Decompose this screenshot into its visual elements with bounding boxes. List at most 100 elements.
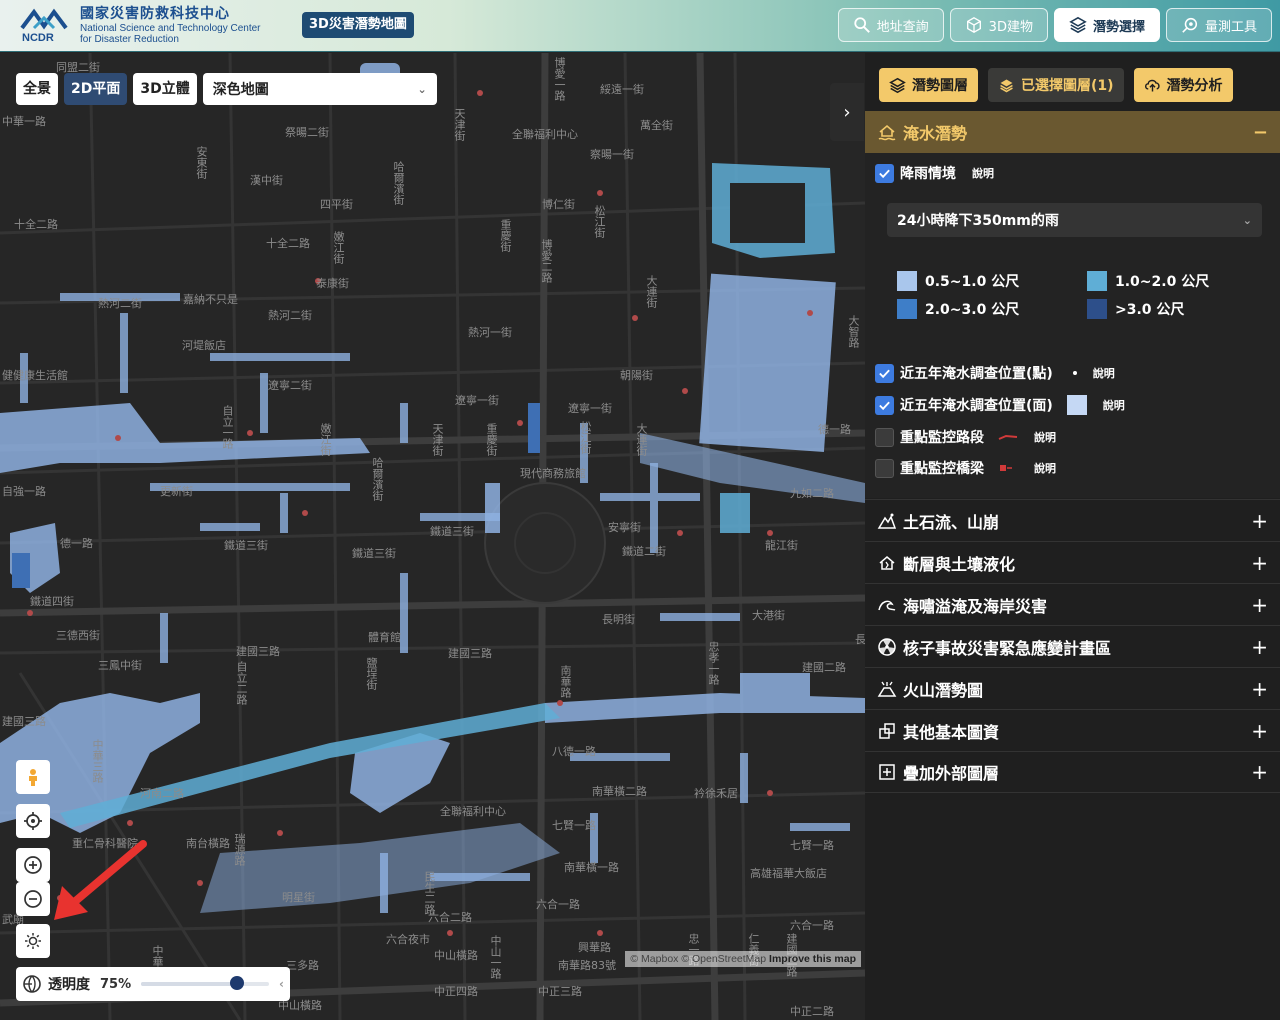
map-label: 明星街 bbox=[282, 891, 315, 904]
flood-section-header[interactable]: 淹水潛勢 − bbox=[865, 111, 1280, 153]
section-volcano[interactable]: 火山潛勢圖 + bbox=[865, 667, 1280, 709]
monitored-roads-explain-link[interactable]: 說明 bbox=[1034, 429, 1056, 445]
map-label: 三德西街 bbox=[56, 629, 100, 642]
section-nuclear[interactable]: 核子事故災害緊急應變計畫區 + bbox=[865, 625, 1280, 667]
zoom-out-button[interactable] bbox=[16, 882, 50, 916]
map-label: 南華橫一路 bbox=[564, 861, 619, 874]
monitored-bridges-explain-link[interactable]: 說明 bbox=[1034, 460, 1056, 476]
improve-map-link[interactable]: Improve this map bbox=[769, 953, 856, 965]
expand-plus-icon[interactable]: + bbox=[1251, 593, 1268, 617]
map-label: 大連街 bbox=[645, 275, 658, 308]
monitored-bridges-label: 重點監控橋梁 bbox=[900, 461, 984, 477]
survey-areas-row[interactable]: 近五年淹水調查位置(面) 說明 bbox=[875, 393, 1125, 417]
view-3d-button[interactable]: 3D立體 bbox=[133, 73, 197, 105]
map-label: 安寧街 bbox=[608, 521, 641, 534]
section-fault[interactable]: 斷層與土壤液化 + bbox=[865, 541, 1280, 583]
ncdr-logo[interactable]: NCDR bbox=[20, 6, 78, 44]
map-label: 嫩江街 bbox=[332, 231, 345, 264]
add-layer-icon bbox=[879, 764, 895, 780]
map-label: 七賢一路 bbox=[790, 839, 834, 852]
map-label: 鐵道三街 bbox=[224, 539, 268, 552]
chevron-down-icon: ⌄ bbox=[1242, 213, 1252, 227]
map-label: 熱河一街 bbox=[468, 326, 512, 339]
expand-plus-icon[interactable]: + bbox=[1251, 551, 1268, 575]
bridge-icon bbox=[1000, 465, 1012, 471]
fault-icon bbox=[879, 555, 895, 570]
map-label: 河堤飯店 bbox=[182, 339, 226, 352]
tab-hazard-layers[interactable]: 潛勢圖層 bbox=[879, 68, 978, 102]
top-header: NCDR 國家災害防救科技中心 National Science and Tec… bbox=[0, 0, 1280, 52]
brightness-button[interactable] bbox=[16, 924, 50, 958]
attribution-text[interactable]: © Mapbox © OpenStreetMap bbox=[630, 953, 766, 965]
map-canvas[interactable]: 同盟二街 博愛一路 綏遠一街 天津街 全聯福利中心 萬全街 祭暘二街 察暘一街 … bbox=[0, 53, 865, 1020]
section-landslide[interactable]: 土石流、山崩 + bbox=[865, 499, 1280, 541]
legend-label: 1.0~2.0 公尺 bbox=[1115, 274, 1210, 290]
survey-areas-checkbox[interactable] bbox=[875, 395, 894, 415]
survey-points-checkbox[interactable] bbox=[875, 363, 894, 383]
opacity-slider-thumb[interactable] bbox=[230, 976, 245, 990]
survey-points-explain-link[interactable]: 說明 bbox=[1093, 365, 1115, 381]
expand-plus-icon[interactable]: + bbox=[1251, 760, 1268, 784]
map-label: 哈爾濱街 bbox=[392, 161, 405, 205]
panel-tabs: 潛勢圖層 已選擇圖層(1) 潛勢分析 bbox=[879, 68, 1233, 102]
panel-collapse-button[interactable]: › bbox=[830, 83, 864, 141]
address-search-button[interactable]: 地址查詢 bbox=[837, 8, 944, 42]
map-label: 天津街 bbox=[453, 108, 466, 141]
locate-button[interactable] bbox=[16, 804, 50, 838]
monitored-roads-checkbox[interactable] bbox=[875, 427, 894, 447]
rain-scenario-value: 24小時降下350mm的雨 bbox=[897, 213, 1059, 229]
section-external-layers[interactable]: 疊加外部圖層 + bbox=[865, 751, 1280, 793]
expand-plus-icon[interactable]: + bbox=[1251, 509, 1268, 533]
opacity-slider[interactable] bbox=[141, 976, 270, 990]
map-label: 博仁街 bbox=[542, 198, 575, 211]
expand-plus-icon[interactable]: + bbox=[1251, 677, 1268, 701]
map-label: 自立一路 bbox=[221, 405, 234, 449]
legend-label: 0.5~1.0 公尺 bbox=[925, 274, 1020, 290]
view-2d-button[interactable]: 2D平面 bbox=[64, 73, 128, 105]
chevron-left-icon[interactable]: ‹ bbox=[279, 977, 284, 991]
rain-scenario-checkbox[interactable] bbox=[875, 163, 894, 183]
basemap-select[interactable]: 深色地圖 ⌄ bbox=[202, 73, 437, 105]
legend-swatch bbox=[1087, 299, 1107, 319]
map-label: 長明街 bbox=[602, 613, 635, 626]
road-line-icon bbox=[998, 434, 1018, 440]
map-label: 德一路 bbox=[818, 423, 851, 436]
map-label: 建國二路 bbox=[802, 661, 846, 674]
view-overview-button[interactable]: 全景 bbox=[16, 73, 58, 105]
section-fault-label: 斷層與土壤液化 bbox=[903, 554, 1016, 574]
map-label: 博愛一路 bbox=[553, 57, 566, 101]
monitored-bridges-checkbox[interactable] bbox=[875, 458, 894, 478]
map-label: 南華路83號 bbox=[558, 959, 616, 972]
rain-scenario-row[interactable]: 降雨情境 說明 bbox=[875, 161, 994, 185]
map-label: 八德一路 bbox=[552, 745, 596, 758]
survey-areas-explain-link[interactable]: 說明 bbox=[1103, 397, 1125, 413]
legend-item: >3.0 公尺 bbox=[1087, 299, 1267, 319]
hazard-select-button[interactable]: 潛勢選擇 bbox=[1053, 8, 1160, 42]
3d-buildings-button[interactable]: 3D建物 bbox=[949, 8, 1048, 42]
monitored-roads-row[interactable]: 重點監控路段 說明 bbox=[875, 425, 1056, 449]
map-label: 三鳳中街 bbox=[98, 659, 142, 672]
section-basemap[interactable]: 其他基本圖資 + bbox=[865, 709, 1280, 751]
map-label: 忠孝一路 bbox=[707, 641, 720, 685]
expand-plus-icon[interactable]: + bbox=[1251, 635, 1268, 659]
map-label: 衿徐禾居 bbox=[694, 787, 738, 800]
collapse-minus-icon[interactable]: − bbox=[1253, 122, 1268, 143]
map-label: 體育館 bbox=[368, 631, 401, 644]
rain-scenario-select[interactable]: 24小時降下350mm的雨 ⌄ bbox=[887, 203, 1262, 237]
section-tsunami[interactable]: 海嘯溢淹及海岸災害 + bbox=[865, 583, 1280, 625]
monitored-bridges-row[interactable]: 重點監控橋梁 說明 bbox=[875, 456, 1056, 480]
rain-scenario-explain-link[interactable]: 說明 bbox=[972, 165, 994, 181]
nuclear-icon bbox=[878, 637, 896, 656]
street-view-button[interactable] bbox=[16, 760, 50, 794]
map-attribution: © Mapbox © OpenStreetMap Improve this ma… bbox=[625, 951, 861, 967]
expand-plus-icon[interactable]: + bbox=[1251, 719, 1268, 743]
red-arrow-annotation bbox=[54, 840, 147, 920]
survey-points-row[interactable]: 近五年淹水調查位置(點) 說明 bbox=[875, 361, 1115, 385]
tab-hazard-analysis[interactable]: 潛勢分析 bbox=[1133, 68, 1233, 102]
analysis-icon bbox=[1144, 79, 1160, 91]
site-title[interactable]: 3D災害潛勢地圖 bbox=[302, 12, 414, 38]
zoom-in-button[interactable] bbox=[16, 848, 50, 882]
map-label: 現代商務旅館 bbox=[520, 467, 586, 480]
tab-selected-layers[interactable]: 已選擇圖層(1) bbox=[988, 68, 1124, 102]
measure-tool-button[interactable]: 量測工具 bbox=[1165, 8, 1272, 42]
